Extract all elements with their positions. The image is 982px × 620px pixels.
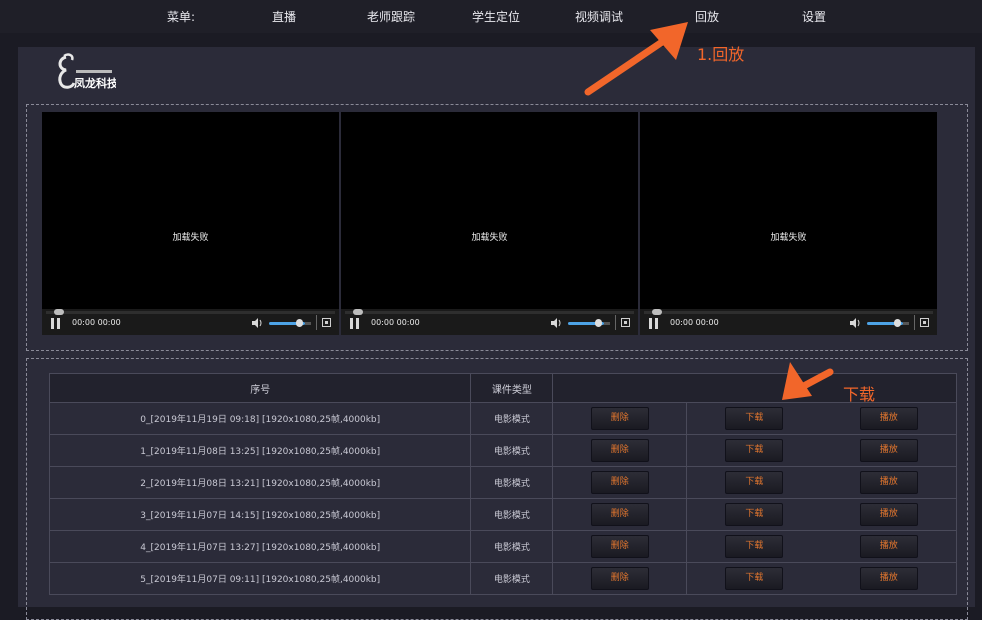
annotation-step-playback: 1.回放: [697, 45, 745, 64]
annotation-overlay: [584, 22, 834, 400]
annotation-download: 下载: [843, 385, 876, 404]
arrow-to-playback-icon: [584, 22, 688, 96]
arrow-to-download-icon: [782, 362, 834, 400]
